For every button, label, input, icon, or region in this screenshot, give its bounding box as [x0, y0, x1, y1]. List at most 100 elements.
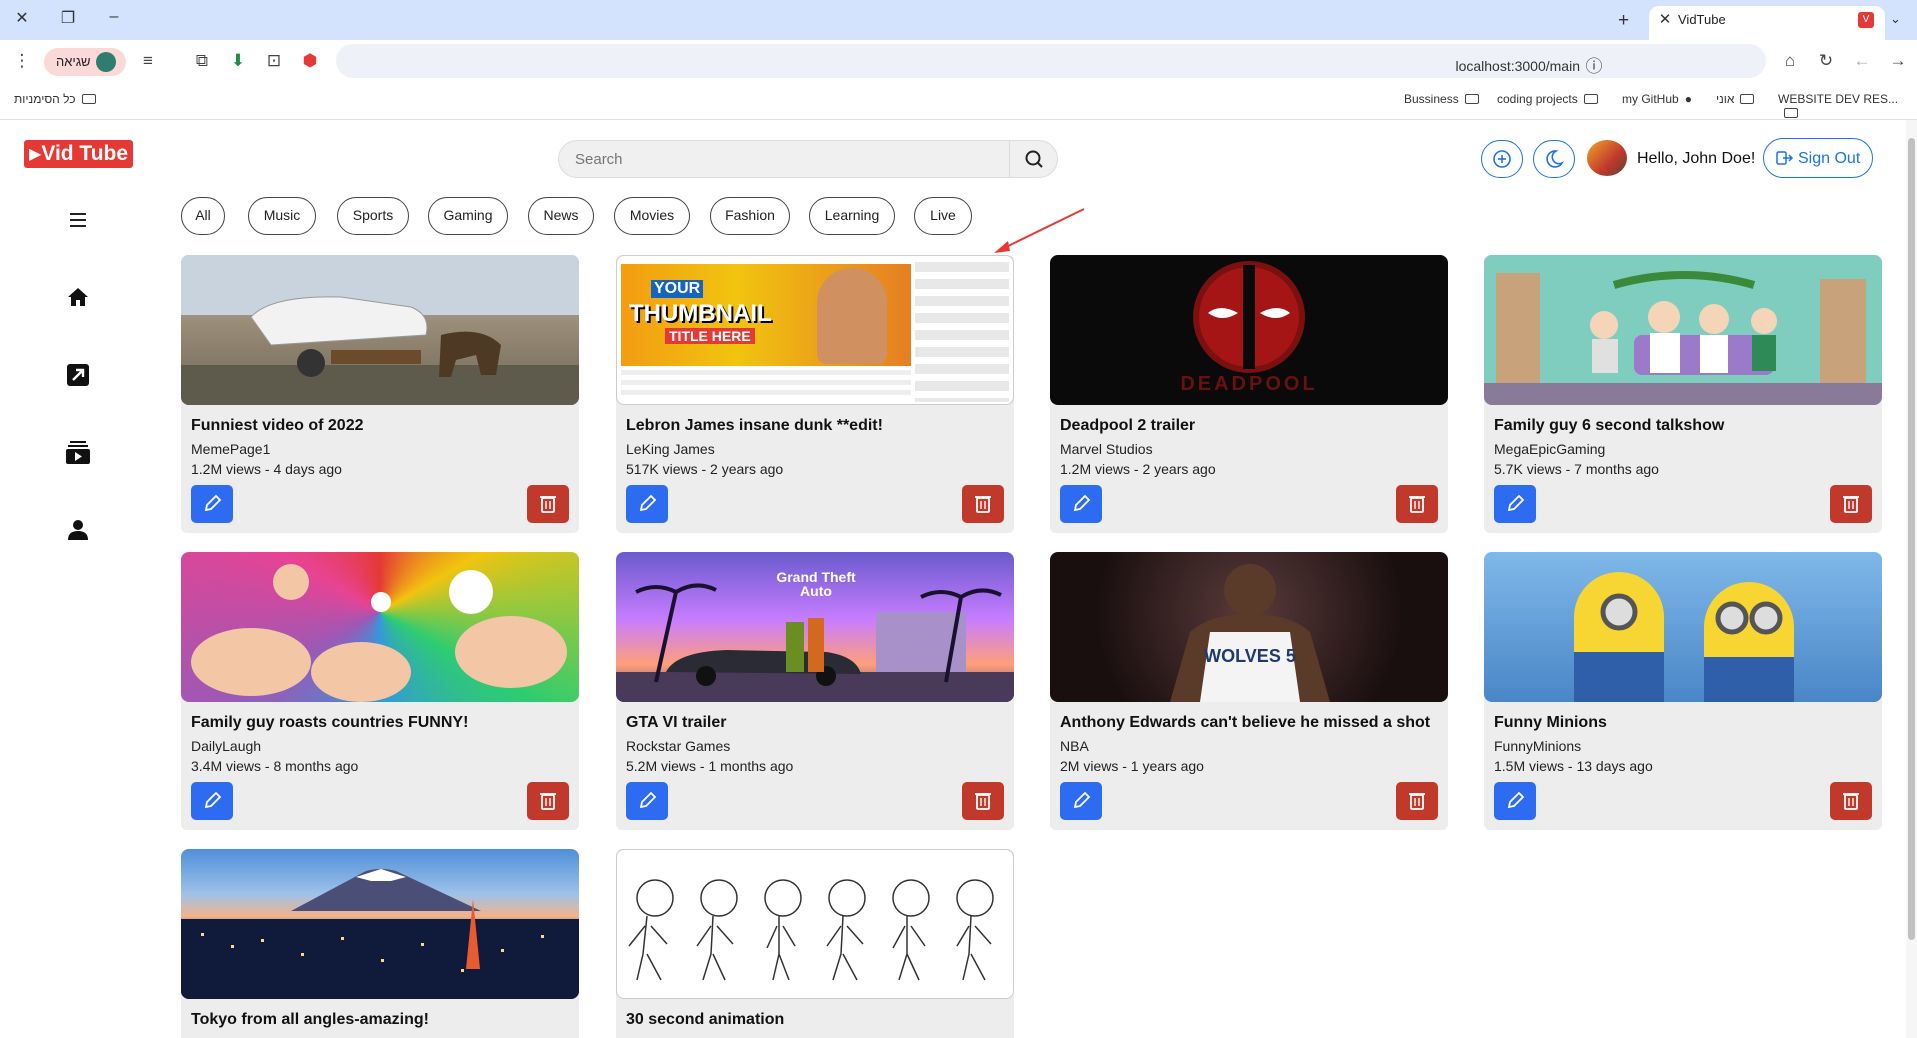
- sidebar-item-home[interactable]: [64, 283, 92, 311]
- video-card[interactable]: Funny Minions FunnyMinions 1.5M views - …: [1484, 552, 1882, 830]
- video-channel[interactable]: FunnyMinions: [1494, 738, 1581, 754]
- sign-out-button[interactable]: Sign Out: [1763, 138, 1873, 178]
- delete-button[interactable]: [1396, 782, 1438, 820]
- video-channel[interactable]: LeKing James: [626, 441, 715, 457]
- address-url[interactable]: localhost:3000/main: [1455, 58, 1580, 74]
- bookmark-github[interactable]: my GitHub ●: [1622, 92, 1692, 106]
- adblock-icon[interactable]: ⬢: [298, 51, 322, 71]
- tab-search-menu-icon[interactable]: ⌄: [1890, 11, 1901, 27]
- vidtube-logo[interactable]: ▶Vid Tube: [24, 140, 134, 168]
- video-title[interactable]: 30 second animation: [626, 1011, 784, 1029]
- video-channel[interactable]: MegaEpicGaming: [1494, 441, 1605, 457]
- new-tab-icon[interactable]: +: [1618, 10, 1629, 32]
- video-channel[interactable]: MemePage1: [191, 441, 270, 457]
- chip-all[interactable]: All: [181, 197, 225, 235]
- all-bookmarks[interactable]: כל הסימניות: [14, 92, 96, 106]
- bookmark-uni[interactable]: אוני: [1716, 92, 1755, 106]
- video-thumbnail[interactable]: DEADPOOL: [1050, 255, 1448, 405]
- chip-fashion[interactable]: Fashion: [710, 197, 790, 235]
- bookmark-website-dev[interactable]: WEBSITE DEV RES...: [1778, 92, 1917, 120]
- edit-button[interactable]: [1060, 782, 1102, 820]
- reading-list-icon[interactable]: ≡: [136, 51, 160, 71]
- sidebar-item-trending[interactable]: [64, 361, 92, 389]
- delete-button[interactable]: [962, 782, 1004, 820]
- window-close-icon[interactable]: ✕: [10, 8, 34, 28]
- profile-avatar-icon[interactable]: [96, 52, 116, 72]
- reload-icon[interactable]: ↻: [1814, 51, 1838, 71]
- window-restore-icon[interactable]: ❐: [56, 8, 80, 28]
- chip-music[interactable]: Music: [248, 197, 316, 235]
- video-card[interactable]: WOLVES 5 Anthony Edwards can't believe h…: [1050, 552, 1448, 830]
- delete-button[interactable]: [1830, 782, 1872, 820]
- edit-button[interactable]: [626, 782, 668, 820]
- video-thumbnail[interactable]: [181, 849, 579, 999]
- bookmark-bussiness[interactable]: Bussiness: [1404, 92, 1479, 106]
- back-icon[interactable]: →: [1886, 51, 1910, 71]
- edit-button[interactable]: [626, 485, 668, 523]
- video-card[interactable]: Funniest video of 2022 MemePage1 1.2M vi…: [181, 255, 579, 533]
- chip-learning[interactable]: Learning: [809, 197, 895, 235]
- search-button[interactable]: [1009, 141, 1057, 177]
- edit-button[interactable]: [1060, 485, 1102, 523]
- scrollbar-thumb[interactable]: [1908, 138, 1915, 940]
- video-channel[interactable]: Marvel Studios: [1060, 441, 1153, 457]
- browser-menu-icon[interactable]: ⋮: [10, 51, 34, 71]
- video-card[interactable]: DEADPOOL Deadpool 2 trailer Marvel Studi…: [1050, 255, 1448, 533]
- edit-button[interactable]: [191, 782, 233, 820]
- edit-button[interactable]: [191, 485, 233, 523]
- edit-button[interactable]: [1494, 782, 1536, 820]
- video-thumbnail[interactable]: [181, 552, 579, 702]
- video-title[interactable]: Funny Minions: [1494, 714, 1607, 732]
- devtools-icon[interactable]: ⊡: [262, 51, 286, 71]
- site-info-icon[interactable]: ⓘ: [1582, 52, 1606, 77]
- chip-news[interactable]: News: [528, 197, 594, 235]
- search-input[interactable]: [575, 151, 955, 168]
- video-channel[interactable]: Rockstar Games: [626, 738, 730, 754]
- video-card[interactable]: Family guy roasts countries FUNNY! Daily…: [181, 552, 579, 830]
- video-thumbnail[interactable]: [1484, 255, 1882, 405]
- chip-live[interactable]: Live: [914, 197, 972, 235]
- sidebar-item-profile[interactable]: [64, 516, 92, 544]
- upload-button[interactable]: [1481, 140, 1523, 178]
- video-channel[interactable]: NBA: [1060, 738, 1089, 754]
- hamburger-menu-button[interactable]: [64, 206, 92, 234]
- video-title[interactable]: Deadpool 2 trailer: [1060, 417, 1195, 435]
- video-title[interactable]: GTA VI trailer: [626, 714, 726, 732]
- video-thumbnail[interactable]: [616, 849, 1014, 999]
- chip-gaming[interactable]: Gaming: [428, 197, 508, 235]
- video-thumbnail[interactable]: [181, 255, 579, 405]
- video-thumbnail[interactable]: WOLVES 5: [1050, 552, 1448, 702]
- video-channel[interactable]: DailyLaugh: [191, 738, 261, 754]
- video-card[interactable]: Grand Theft Auto GTA VI trailer Rockstar…: [616, 552, 1014, 830]
- video-title[interactable]: Family guy roasts countries FUNNY!: [191, 714, 468, 732]
- sidebar-item-subscriptions[interactable]: [64, 438, 92, 466]
- address-bar[interactable]: localhost:3000/main ⓘ: [336, 44, 1766, 78]
- video-title[interactable]: Lebron James insane dunk **edit!: [626, 417, 883, 435]
- video-title[interactable]: Family guy 6 second talkshow: [1494, 417, 1724, 435]
- delete-button[interactable]: [527, 782, 569, 820]
- video-title[interactable]: Tokyo from all angles-amazing!: [191, 1011, 429, 1029]
- home-browser-icon[interactable]: ⌂: [1778, 51, 1802, 71]
- video-thumbnail[interactable]: Grand Theft Auto: [616, 552, 1014, 702]
- video-thumbnail[interactable]: [1484, 552, 1882, 702]
- bookmark-coding-projects[interactable]: coding projects: [1497, 92, 1598, 106]
- window-minimize-icon[interactable]: –: [102, 8, 126, 26]
- tab-close-icon[interactable]: ✕: [1655, 10, 1675, 30]
- extensions-icon[interactable]: ⧉: [190, 51, 214, 71]
- video-title[interactable]: Funniest video of 2022: [191, 417, 363, 435]
- forward-icon[interactable]: ←: [1850, 51, 1874, 71]
- video-card[interactable]: Family guy 6 second talkshow MegaEpicGam…: [1484, 255, 1882, 533]
- download-icon[interactable]: ⬇: [226, 51, 250, 71]
- dark-mode-button[interactable]: [1533, 140, 1575, 178]
- video-title[interactable]: Anthony Edwards can't believe he missed …: [1060, 714, 1430, 732]
- video-card[interactable]: Tokyo from all angles-amazing!: [181, 849, 579, 1038]
- chip-sports[interactable]: Sports: [337, 197, 409, 235]
- chip-movies[interactable]: Movies: [614, 197, 690, 235]
- video-card[interactable]: 30 second animation: [616, 849, 1014, 1038]
- video-thumbnail[interactable]: YOUR THUMBNAIL TITLE HERE: [616, 255, 1014, 405]
- edit-button[interactable]: [1494, 485, 1536, 523]
- video-card[interactable]: YOUR THUMBNAIL TITLE HERE Lebron James i…: [616, 255, 1014, 533]
- delete-button[interactable]: [527, 485, 569, 523]
- delete-button[interactable]: [1830, 485, 1872, 523]
- delete-button[interactable]: [1396, 485, 1438, 523]
